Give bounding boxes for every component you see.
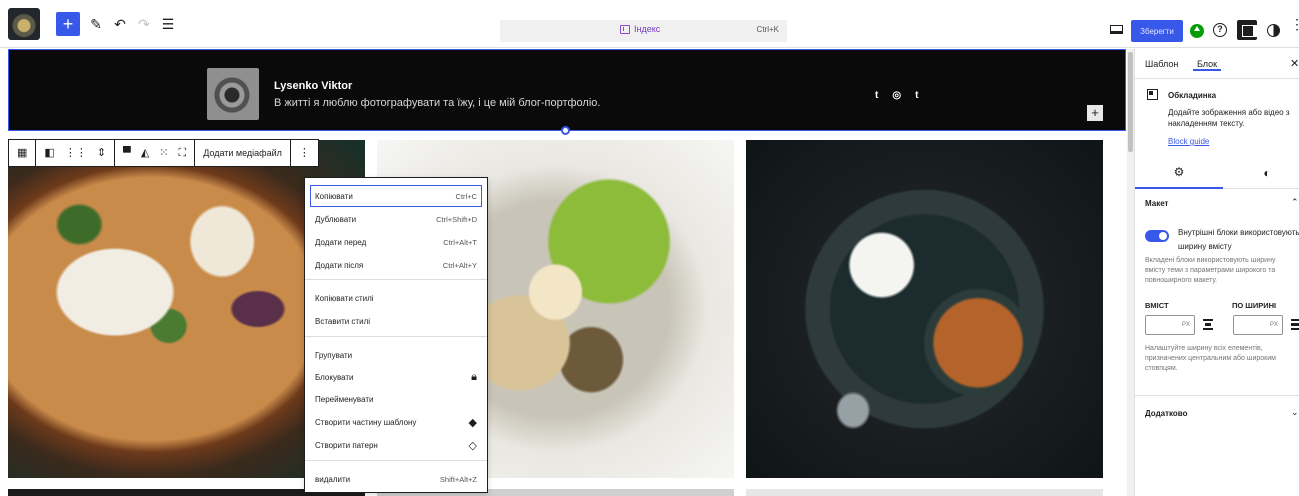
block-controls-group: ▀ ◭ ⁙ ⛶ — [115, 140, 196, 166]
matrix-position-icon[interactable]: ⁙ — [159, 147, 168, 159]
block-guide-link[interactable]: Block guide — [1168, 137, 1209, 146]
tumblr-icon[interactable]: t — [915, 90, 918, 101]
wide-width-input[interactable]: PX — [1233, 315, 1283, 335]
cover-block-icon[interactable]: ◧ — [44, 147, 54, 159]
inner-blocks-width-toggle[interactable] — [1145, 230, 1169, 242]
block-append-button[interactable]: + — [1087, 105, 1103, 121]
content-width-label: ВМІСТ — [1145, 301, 1169, 310]
tab-template[interactable]: Шаблон — [1145, 59, 1178, 69]
block-title: Обкладинка — [1168, 91, 1217, 100]
wide-width-label: ПО ШИРИНІ — [1232, 301, 1277, 310]
block-inserter-button[interactable]: + — [56, 12, 80, 36]
toggle-label: Внутрішні блоки використовують ширину вм… — [1178, 228, 1299, 251]
toggle-help-text: Вкладені блоки використовують ширину вмі… — [1145, 257, 1276, 284]
parent-selector[interactable]: ▦ — [9, 140, 37, 166]
chevron-down-icon[interactable]: ⌄ — [1291, 407, 1299, 418]
menu-item-create-pattern[interactable]: Створити патерн ◇ — [311, 435, 481, 455]
avatar — [207, 68, 259, 120]
tumblr-icon[interactable]: t — [875, 90, 878, 101]
drag-handle-icon[interactable]: ⋮⋮ — [65, 147, 87, 159]
move-up-down-icon[interactable]: ⇕ — [97, 147, 106, 159]
close-icon[interactable]: ✕ — [1290, 57, 1299, 70]
menu-item-paste-styles[interactable]: Вставити стилі — [311, 311, 481, 331]
full-height-icon[interactable]: ⛶ — [179, 147, 187, 159]
cover-block-icon — [1147, 89, 1158, 100]
tab-block[interactable]: Блок — [1193, 59, 1222, 71]
block-toolbar: ▦ ◧ ⋮⋮ ⇕ ▀ ◭ ⁙ ⛶ Додати медіафайл ⋮ — [8, 139, 319, 167]
content-position-icon[interactable]: ▀ — [123, 147, 131, 159]
settings-sidebar: Шаблон Блок ✕ Обкладинка Додайте зображе… — [1134, 49, 1299, 496]
redo-icon[interactable]: ↷ — [132, 12, 156, 36]
menu-item-insert-after[interactable]: Додати після Ctrl+Alt+Y — [311, 255, 481, 275]
block-description: Додайте зображення або відео з накладенн… — [1168, 108, 1290, 128]
lock-icon: 🔒︎ — [471, 370, 477, 383]
block-options-menu: Копіювати Ctrl+C Дублювати Ctrl+Shift+D … — [304, 177, 488, 493]
command-title-text: Індекс — [634, 24, 661, 34]
editor-top-toolbar: + ✎ ↶ ↷ ☰ Індекс Ctrl+K Зберегти ? ⋮ — [0, 0, 1299, 48]
settings-sidebar-toggle-icon[interactable] — [1237, 20, 1257, 40]
menu-item-rename[interactable]: Перейменувати — [311, 389, 481, 409]
menu-divider — [305, 279, 487, 280]
block-options-icon[interactable]: ⋮ — [291, 140, 318, 166]
menu-item-delete[interactable]: видалити Shift+Alt+Z — [311, 469, 481, 489]
editor-canvas: Lysenko Viktor В житті я люблю фотографу… — [0, 49, 1130, 496]
command-shortcut: Ctrl+K — [756, 25, 779, 34]
layout-icon[interactable]: ▦ — [17, 147, 27, 159]
pattern-icon: ◇ — [468, 439, 477, 452]
menu-divider — [305, 460, 487, 461]
undo-icon[interactable]: ↶ — [108, 12, 132, 36]
add-media-button[interactable]: Додати медіафайл — [195, 140, 291, 166]
block-inspector-tabs: ⚙ ◐ — [1135, 157, 1299, 189]
command-title: Індекс — [620, 24, 660, 34]
tools-pencil-icon[interactable]: ✎ — [84, 12, 108, 36]
social-links: t ◎ t — [875, 90, 918, 101]
menu-item-create-template-part[interactable]: Створити частину шаблону ◆ — [311, 412, 481, 432]
menu-divider — [305, 336, 487, 337]
curry-image[interactable] — [746, 140, 1103, 478]
site-title[interactable]: Lysenko Viktor — [274, 80, 352, 92]
save-button[interactable]: Зберегти — [1131, 20, 1183, 42]
styles-icon[interactable] — [1267, 24, 1280, 37]
duotone-icon[interactable]: ◭ — [141, 147, 149, 159]
styles-contrast-icon[interactable]: ◐ — [1223, 157, 1299, 189]
chevron-up-icon[interactable]: ⌃ — [1291, 197, 1299, 208]
instagram-icon[interactable]: ◎ — [892, 90, 901, 101]
canvas-scrollbar-thumb[interactable] — [1128, 52, 1133, 152]
device-preview-icon[interactable] — [1110, 25, 1123, 34]
jetpack-icon[interactable] — [1190, 24, 1204, 38]
align-center-icon[interactable] — [1203, 319, 1213, 330]
menu-item-copy[interactable]: Копіювати Ctrl+C — [310, 185, 482, 207]
help-icon[interactable]: ? — [1213, 23, 1227, 37]
menu-item-group[interactable]: Групувати — [311, 345, 481, 365]
sidebar-tabs: Шаблон Блок ✕ — [1135, 49, 1299, 79]
settings-gear-icon[interactable]: ⚙ — [1135, 157, 1223, 189]
document-overview-icon[interactable]: ☰ — [156, 12, 180, 36]
block-switcher-group: ◧ ⋮⋮ ⇕ — [36, 140, 116, 166]
menu-item-copy-styles[interactable]: Копіювати стилі — [311, 288, 481, 308]
menu-item-lock[interactable]: Блокувати 🔒︎ — [311, 367, 481, 387]
site-icon-button[interactable] — [8, 8, 40, 40]
template-icon — [620, 24, 630, 34]
site-header-block[interactable]: Lysenko Viktor В житті я люблю фотографу… — [8, 49, 1126, 131]
gallery-image[interactable] — [746, 489, 1103, 496]
align-wide-icon[interactable] — [1291, 319, 1299, 330]
width-help-text: Налаштуйте ширину всіх елементів, призна… — [1145, 345, 1276, 372]
menu-item-duplicate[interactable]: Дублювати Ctrl+Shift+D — [311, 209, 481, 229]
more-options-icon[interactable]: ⋮ — [1290, 17, 1299, 31]
content-width-input[interactable]: PX — [1145, 315, 1195, 335]
site-tagline[interactable]: В житті я люблю фотографувати та їжу, і … — [274, 97, 600, 109]
menu-item-insert-before[interactable]: Додати перед Ctrl+Alt+T — [311, 232, 481, 252]
panel-divider — [1135, 395, 1299, 396]
layout-panel-title[interactable]: Макет — [1145, 199, 1168, 208]
advanced-panel-title[interactable]: Додатково — [1145, 409, 1188, 418]
template-part-icon: ◆ — [468, 416, 477, 429]
command-palette-button[interactable]: Індекс Ctrl+K — [500, 20, 787, 42]
resize-handle[interactable] — [561, 126, 570, 135]
